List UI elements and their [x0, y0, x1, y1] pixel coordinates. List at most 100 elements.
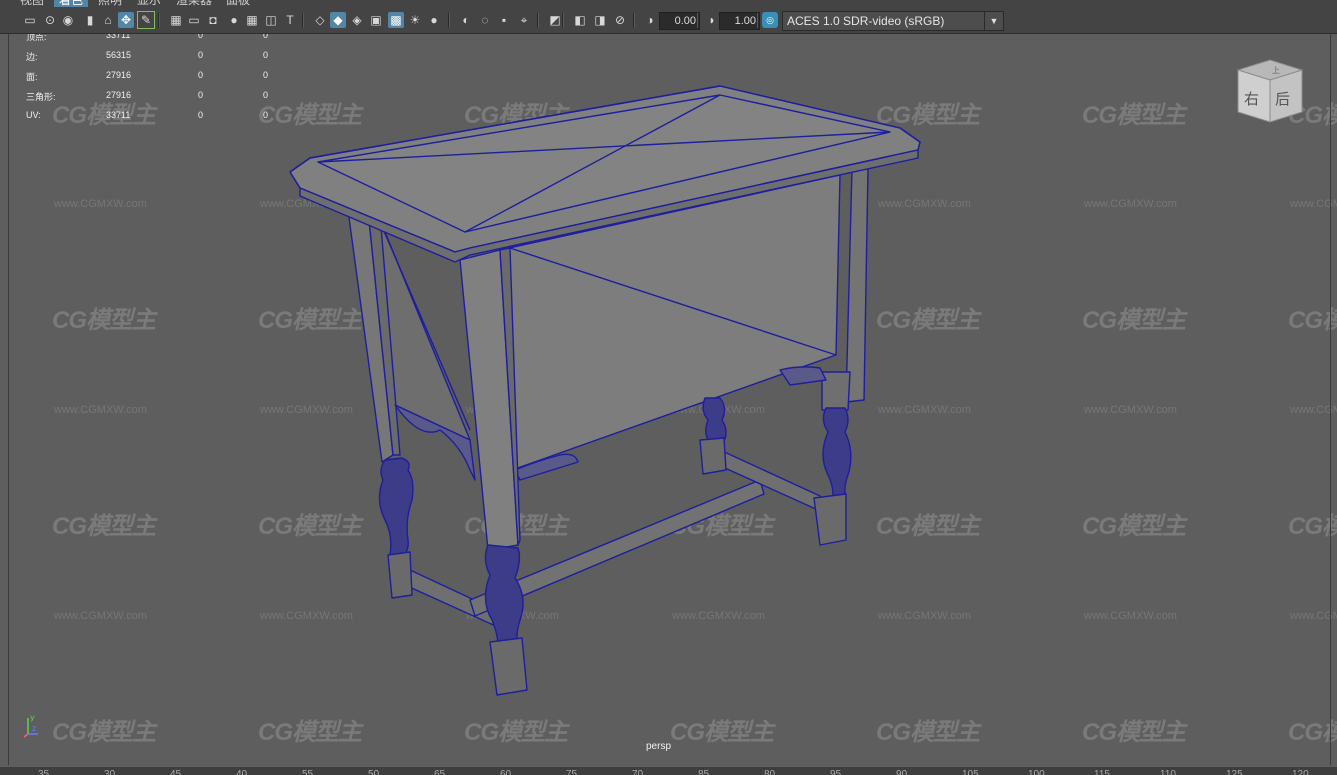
leg-back-right-turned: [822, 407, 852, 501]
wireframe-icon[interactable]: ◇: [312, 12, 328, 28]
ruler-tick-label: 95: [830, 769, 842, 775]
hud-label: UV:: [26, 110, 41, 120]
hud-value: 0: [263, 90, 269, 100]
hud-value: 0: [198, 90, 204, 100]
isolate-select-icon[interactable]: ◩: [547, 12, 563, 28]
camera-icon[interactable]: ▭: [22, 12, 38, 28]
wireframe-on-shaded-icon[interactable]: ▣: [368, 12, 384, 28]
ruler-tick-label: 110: [1160, 769, 1176, 775]
color-space-select[interactable]: ACES 1.0 SDR-video (sRGB): [782, 11, 988, 31]
camera-attributes-icon[interactable]: ◉: [60, 12, 76, 28]
chevron-down-icon[interactable]: ▼: [984, 11, 1004, 31]
viewcube-right-label: 右: [1244, 90, 1259, 108]
ruler-tick-label: 75: [566, 769, 578, 775]
xray-joints-icon[interactable]: ⊘: [612, 12, 628, 28]
ruler-tick-label: 55: [302, 769, 314, 775]
hud-value: 56315: [106, 50, 132, 60]
toolbar-separator: [537, 13, 539, 28]
hud-value: 0: [198, 110, 204, 120]
toolbar-separator: [158, 13, 160, 28]
ruler-tick-label: 40: [236, 769, 248, 775]
ruler-tick-label: 45: [170, 769, 182, 775]
color-management-icon[interactable]: ◎: [762, 12, 778, 28]
hud-label: 边:: [26, 52, 38, 62]
menu-item[interactable]: 面板: [226, 0, 250, 7]
exposure-field[interactable]: 0.00: [659, 12, 700, 30]
axis-y-label: y: [30, 713, 35, 722]
menu-item[interactable]: 视图: [20, 0, 44, 7]
xray-active-components-icon[interactable]: ◨: [592, 12, 608, 28]
ruler-tick-label: 120: [1292, 769, 1309, 775]
toolbar-separator: [633, 13, 635, 28]
toolbar-separator: [696, 13, 698, 28]
screen-space-ao-icon[interactable]: ◐: [458, 12, 474, 28]
motion-blur-icon[interactable]: ◌: [477, 12, 493, 28]
hud-value: 33711: [106, 110, 131, 120]
gamma-icon[interactable]: ◗: [704, 12, 720, 28]
toolbar-separator: [448, 13, 450, 28]
leg-front-turned: [484, 544, 524, 651]
toolbar-separator: [302, 13, 304, 28]
resolution-gate-icon[interactable]: ◘: [205, 12, 221, 28]
ruler-tick-label: 90: [896, 769, 908, 775]
shadows-icon[interactable]: ●: [426, 12, 442, 28]
panel-toolbar: 0.00 1.00 ◎ ACES 1.0 SDR-video (sRGB) ▼ …: [0, 9, 1337, 34]
ruler-tick-label: 60: [500, 769, 512, 775]
menu-item[interactable]: 着色: [54, 0, 89, 7]
use-all-lights-icon[interactable]: ☀: [407, 12, 423, 28]
hud-label: 面:: [26, 72, 38, 82]
ruler-tick-label: 65: [434, 769, 446, 775]
image-plane-icon[interactable]: ⌂: [100, 12, 116, 28]
bookmark-icon[interactable]: ▮: [82, 12, 98, 28]
camera-lock-icon[interactable]: ⊙: [42, 12, 58, 28]
field-chart-icon[interactable]: ▦: [244, 12, 260, 28]
anti-aliasing-icon[interactable]: ▪: [496, 12, 512, 28]
axis-z-label: z: [32, 724, 36, 733]
menu-item[interactable]: 显示: [137, 0, 161, 7]
2d-pan-zoom-icon[interactable]: ✥: [118, 12, 134, 28]
ruler-tick-label: 70: [632, 769, 644, 775]
ruler-tick-label: 35: [38, 769, 50, 775]
axis-indicator: y z: [23, 713, 38, 738]
safe-title-icon[interactable]: T: [282, 12, 298, 28]
hud-value: 0: [198, 70, 204, 80]
hud-value: 0: [263, 110, 269, 120]
hud-label: 三角形:: [26, 92, 56, 102]
ruler-tick-label: 85: [698, 769, 710, 775]
ruler-tick-label: 50: [368, 769, 380, 775]
ruler-tick-label: 100: [1028, 769, 1045, 775]
viewcube-top-label: 上: [1272, 66, 1280, 75]
hud-value: 0: [198, 50, 204, 60]
leg-left-turned: [378, 457, 414, 561]
hud-value: 27916: [106, 90, 132, 100]
toolbar-separator: [756, 13, 758, 28]
viewcube-back-label: 后: [1275, 90, 1290, 108]
grease-pencil-icon[interactable]: ✎: [137, 11, 155, 29]
menu-item[interactable]: 照明: [98, 0, 122, 7]
viewport-3d[interactable]: CG模型主 CG模型主 CG模型主 CG模型主 CG模型主 CG模型主 CG模型主 CG模型主…: [0, 0, 1337, 775]
leg-back-right-upper: [845, 167, 869, 403]
ruler-tick-label: 80: [764, 769, 776, 775]
camera-name-label: persp: [646, 741, 672, 752]
textured-icon[interactable]: ▩: [388, 12, 404, 28]
ruler-tick-label: 125: [1226, 769, 1243, 775]
safe-action-icon[interactable]: ◫: [263, 12, 279, 28]
smooth-shade-icon[interactable]: ◆: [330, 12, 346, 28]
ruler-tick-label: 30: [104, 769, 116, 775]
depth-of-field-icon[interactable]: ⌖: [516, 12, 532, 28]
menu-item[interactable]: 渲染器: [176, 0, 212, 7]
use-default-material-icon[interactable]: ◈: [349, 12, 365, 28]
hud-value: 0: [263, 50, 269, 60]
view-cube[interactable]: 上 右 后: [1234, 56, 1306, 128]
timeline-ruler[interactable]: 35 30 45 40 55 50 65 60 75 70 85 80 95 90 105 100 115 110…: [0, 767, 1337, 775]
panel-menu-bar: 视图 着色 照明 显示 渲染器 面板: [0, 0, 1337, 9]
exposure-icon[interactable]: ◑: [642, 12, 658, 28]
gamma-field[interactable]: 1.00: [719, 12, 760, 30]
film-gate-icon[interactable]: ▭: [186, 12, 202, 28]
xray-icon[interactable]: ◧: [572, 12, 588, 28]
gate-mask-icon[interactable]: ●: [226, 12, 242, 28]
hud-value: 0: [263, 70, 269, 80]
grid-icon[interactable]: ▦: [168, 12, 184, 28]
ruler-tick-label: 115: [1094, 769, 1110, 775]
hud-value: 27916: [106, 70, 132, 80]
